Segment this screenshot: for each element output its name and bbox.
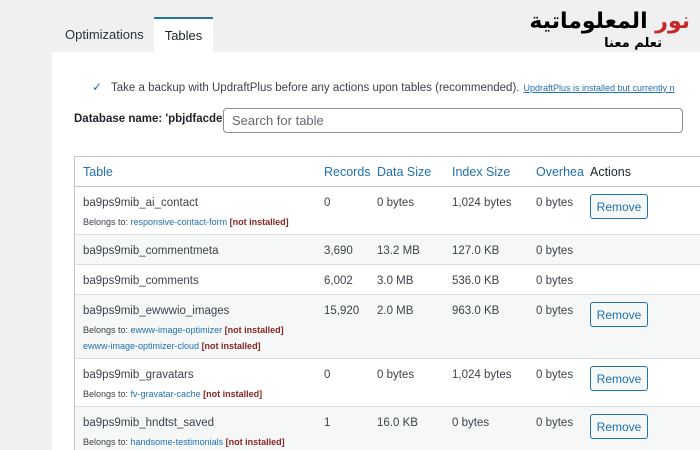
plugin-link[interactable]: ewww-image-optimizer-cloud bbox=[83, 341, 199, 351]
belongs-label: Belongs to: bbox=[83, 325, 129, 335]
not-installed-badge: [not installed] bbox=[229, 217, 289, 227]
overhead-cell: 0 bytes bbox=[536, 245, 574, 257]
table-name: ba9ps9mib_hndtst_saved bbox=[83, 417, 215, 429]
table-row: ba9ps9mib_ai_contact Belongs to: respons… bbox=[75, 187, 700, 235]
column-table[interactable]: Table bbox=[83, 157, 113, 187]
logo-title-red: نور bbox=[655, 9, 690, 34]
table-row: ba9ps9mib_gravatars Belongs to: fv-grava… bbox=[75, 359, 700, 407]
overhead-cell: 0 bytes bbox=[536, 197, 574, 209]
not-installed-badge: [not installed] bbox=[224, 325, 284, 335]
not-installed-badge: [not installed] bbox=[225, 437, 285, 447]
overhead-cell: 0 bytes bbox=[536, 275, 574, 287]
records-cell: 0 bbox=[324, 197, 331, 209]
belongs-to: Belongs to: responsive-contact-form [not… bbox=[83, 217, 289, 227]
not-installed-badge: [not installed] bbox=[203, 389, 263, 399]
table-name-cell: ba9ps9mib_hndtst_saved Belongs to: hands… bbox=[83, 417, 285, 447]
table-row: ba9ps9mib_comments 6,002 3.0 MB 536.0 KB… bbox=[75, 265, 700, 295]
tables-panel: ✓ Take a backup with UpdraftPlus before a… bbox=[52, 52, 700, 450]
column-overhead[interactable]: Overhea bbox=[536, 157, 584, 187]
belongs-to: Belongs to: fv-gravatar-cache [not insta… bbox=[83, 389, 262, 399]
table-row: ba9ps9mib_commentmeta 3,690 13.2 MB 127.… bbox=[75, 235, 700, 265]
records-cell: 1 bbox=[324, 417, 331, 429]
table-row: ba9ps9mib_hndtst_saved Belongs to: hands… bbox=[75, 407, 700, 450]
tab-optimizations[interactable]: Optimizations bbox=[54, 17, 155, 52]
remove-button[interactable]: Remove bbox=[590, 414, 648, 439]
table-name-cell: ba9ps9mib_ai_contact Belongs to: respons… bbox=[83, 197, 289, 227]
belongs-to: ewww-image-optimizer-cloud [not installe… bbox=[83, 341, 284, 351]
overhead-cell: 0 bytes bbox=[536, 305, 574, 317]
remove-button[interactable]: Remove bbox=[590, 366, 648, 391]
table-name-cell: ba9ps9mib_gravatars Belongs to: fv-grava… bbox=[83, 369, 262, 399]
plugin-link[interactable]: fv-gravatar-cache bbox=[131, 389, 201, 399]
table-name-cell: ba9ps9mib_ewwwio_images Belongs to: ewww… bbox=[83, 305, 284, 351]
not-installed-badge: [not installed] bbox=[201, 341, 261, 351]
column-actions: Actions bbox=[590, 165, 631, 179]
database-name-label: Database name: 'pbjdfacdev' bbox=[74, 113, 232, 125]
backup-checkbox[interactable]: ✓ bbox=[92, 80, 106, 94]
remove-button[interactable]: Remove bbox=[590, 194, 648, 219]
table-row: ba9ps9mib_ewwwio_images Belongs to: ewww… bbox=[75, 295, 700, 359]
logo-tagline: تعلم معنا bbox=[604, 36, 662, 51]
data-size-cell: 3.0 MB bbox=[377, 275, 414, 287]
data-size-cell: 16.0 KB bbox=[377, 417, 418, 429]
belongs-to: Belongs to: ewww-image-optimizer [not in… bbox=[83, 325, 284, 335]
column-records[interactable]: Records bbox=[324, 157, 371, 187]
index-size-cell: 1,024 bytes bbox=[452, 197, 512, 209]
tables-table: Table Records Data Size Index Size Overh… bbox=[74, 156, 700, 450]
index-size-cell: 0 bytes bbox=[452, 417, 490, 429]
data-size-cell: 2.0 MB bbox=[377, 305, 414, 317]
table-name: ba9ps9mib_ai_contact bbox=[83, 197, 199, 209]
belongs-label: Belongs to: bbox=[83, 217, 129, 227]
records-cell: 15,920 bbox=[324, 305, 360, 317]
column-index-size[interactable]: Index Size bbox=[452, 157, 510, 187]
plugin-link[interactable]: ewww-image-optimizer bbox=[131, 325, 223, 335]
index-size-cell: 1,024 bytes bbox=[452, 369, 512, 381]
table-name: ba9ps9mib_gravatars bbox=[83, 369, 194, 381]
site-logo: نور المعلوماتية تعلم معنا bbox=[529, 8, 690, 52]
updraftplus-link[interactable]: UpdraftPlus is installed but currently n bbox=[523, 83, 674, 93]
tab-tables[interactable]: Tables bbox=[154, 17, 213, 52]
overhead-cell: 0 bytes bbox=[536, 369, 574, 381]
plugin-link[interactable]: handsome-testimonials bbox=[131, 437, 224, 447]
backup-option: ✓ Take a backup with UpdraftPlus before a… bbox=[92, 80, 675, 96]
data-size-cell: 0 bytes bbox=[377, 369, 415, 381]
index-size-cell: 127.0 KB bbox=[452, 245, 500, 257]
column-data-size[interactable]: Data Size bbox=[377, 157, 431, 187]
records-cell: 3,690 bbox=[324, 245, 353, 257]
belongs-label: Belongs to: bbox=[83, 389, 129, 399]
table-search-input[interactable] bbox=[223, 108, 683, 133]
table-name: ba9ps9mib_ewwwio_images bbox=[83, 305, 230, 317]
records-cell: 0 bbox=[324, 369, 331, 381]
table-header: Table Records Data Size Index Size Overh… bbox=[75, 157, 700, 187]
table-name: ba9ps9mib_commentmeta bbox=[83, 245, 219, 257]
table-name: ba9ps9mib_comments bbox=[83, 275, 199, 287]
logo-title: نور المعلوماتية bbox=[529, 8, 690, 36]
index-size-cell: 536.0 KB bbox=[452, 275, 500, 287]
overhead-cell: 0 bytes bbox=[536, 417, 574, 429]
data-size-cell: 0 bytes bbox=[377, 197, 415, 209]
data-size-cell: 13.2 MB bbox=[377, 245, 420, 257]
belongs-to: Belongs to: handsome-testimonials [not i… bbox=[83, 437, 285, 447]
backup-label: Take a backup with UpdraftPlus before an… bbox=[111, 82, 520, 94]
belongs-label: Belongs to: bbox=[83, 437, 129, 447]
index-size-cell: 963.0 KB bbox=[452, 305, 500, 317]
records-cell: 6,002 bbox=[324, 275, 353, 287]
remove-button[interactable]: Remove bbox=[590, 302, 648, 327]
logo-title-black: المعلوماتية bbox=[529, 9, 656, 34]
plugin-link[interactable]: responsive-contact-form bbox=[131, 217, 228, 227]
